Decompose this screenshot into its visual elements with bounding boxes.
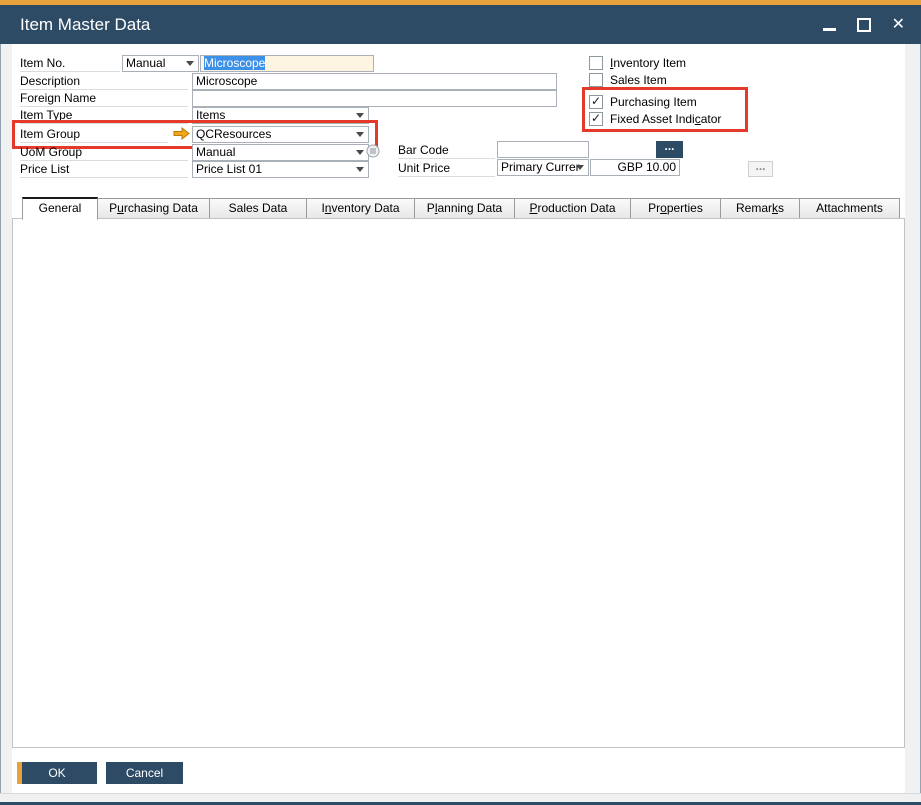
checkbox-label-purchasing-item: Purchasing Item xyxy=(610,95,697,110)
foreign-name-input[interactable] xyxy=(192,90,557,107)
general-tab-panel xyxy=(12,218,905,748)
item-type-select[interactable]: Items xyxy=(192,107,369,124)
tab-general[interactable]: General xyxy=(22,197,98,220)
tab-purchasing-data[interactable]: Purchasing Data xyxy=(98,198,210,219)
checkbox-fixed-asset-indicator[interactable] xyxy=(589,112,603,126)
chevron-down-icon xyxy=(576,165,584,170)
currency-combo[interactable]: Primary Currer xyxy=(497,159,589,176)
checkbox-inventory-item[interactable] xyxy=(589,56,603,70)
minimize-icon[interactable] xyxy=(823,28,836,31)
chevron-down-icon xyxy=(356,167,364,172)
checkbox-label-sales-item: Sales Item xyxy=(610,73,667,88)
maximize-icon[interactable] xyxy=(857,18,871,32)
chevron-down-icon xyxy=(356,113,364,118)
link-arrow-icon[interactable] xyxy=(173,127,190,140)
tab-properties[interactable]: Properties xyxy=(631,198,721,219)
item-master-data-window: Item Master Data ✕ Item No. Manual Micro… xyxy=(0,0,921,805)
tab-sales-data[interactable]: Sales Data xyxy=(210,198,307,219)
price-list-label: Price List xyxy=(20,162,188,178)
tab-attachments[interactable]: Attachments xyxy=(800,198,900,219)
bar-code-browse-button[interactable]: ... xyxy=(656,141,683,158)
ok-button[interactable]: OK xyxy=(17,762,97,784)
foreign-name-label: Foreign Name xyxy=(20,91,188,107)
uom-group-label: UoM Group xyxy=(20,145,188,161)
uom-detail-icon[interactable] xyxy=(366,144,380,158)
unit-price-label: Unit Price xyxy=(398,161,495,177)
uom-group-select[interactable]: Manual xyxy=(192,144,369,161)
window-title: Item Master Data xyxy=(20,5,150,44)
chevron-down-icon xyxy=(356,132,364,137)
item-no-input[interactable]: Microscope xyxy=(200,55,374,72)
checkbox-label-inventory-item: Inventory Item xyxy=(610,56,686,71)
checkbox-purchasing-item[interactable] xyxy=(589,95,603,109)
checkbox-sales-item[interactable] xyxy=(589,73,603,87)
item-no-type-combo[interactable]: Manual xyxy=(122,55,199,72)
close-icon[interactable]: ✕ xyxy=(892,17,905,33)
description-input[interactable]: Microscope xyxy=(192,73,557,90)
bar-code-label: Bar Code xyxy=(398,143,495,159)
item-group-label: Item Group xyxy=(20,127,168,143)
titlebar: Item Master Data ✕ xyxy=(0,5,921,44)
window-border-left xyxy=(0,44,1,793)
checkbox-label-fixed-asset-indicator: Fixed Asset Indicator xyxy=(610,112,721,127)
cancel-button[interactable]: Cancel xyxy=(106,762,183,784)
chevron-down-icon xyxy=(186,61,194,66)
price-list-select[interactable]: Price List 01 xyxy=(192,161,369,178)
tab-remarks[interactable]: Remarks xyxy=(721,198,800,219)
window-controls: ✕ xyxy=(823,5,905,44)
tab-bar: General Purchasing Data Sales Data Inven… xyxy=(22,197,900,219)
bar-code-input[interactable] xyxy=(497,141,589,158)
item-group-select[interactable]: QCResources xyxy=(192,126,369,143)
tab-production-data[interactable]: Production Data xyxy=(515,198,631,219)
ok-button-focus-accent xyxy=(17,762,22,784)
item-no-label: Item No. xyxy=(20,56,120,72)
item-type-label: Item Type xyxy=(20,108,188,124)
chevron-down-icon xyxy=(356,150,364,155)
tab-planning-data[interactable]: Planning Data xyxy=(415,198,515,219)
description-label: Description xyxy=(20,74,188,90)
unit-price-input[interactable]: GBP 10.00 xyxy=(590,159,680,176)
selected-text: Microscope xyxy=(204,56,265,70)
tab-inventory-data[interactable]: Inventory Data xyxy=(307,198,415,219)
unit-price-browse-button[interactable]: ... xyxy=(748,161,773,177)
